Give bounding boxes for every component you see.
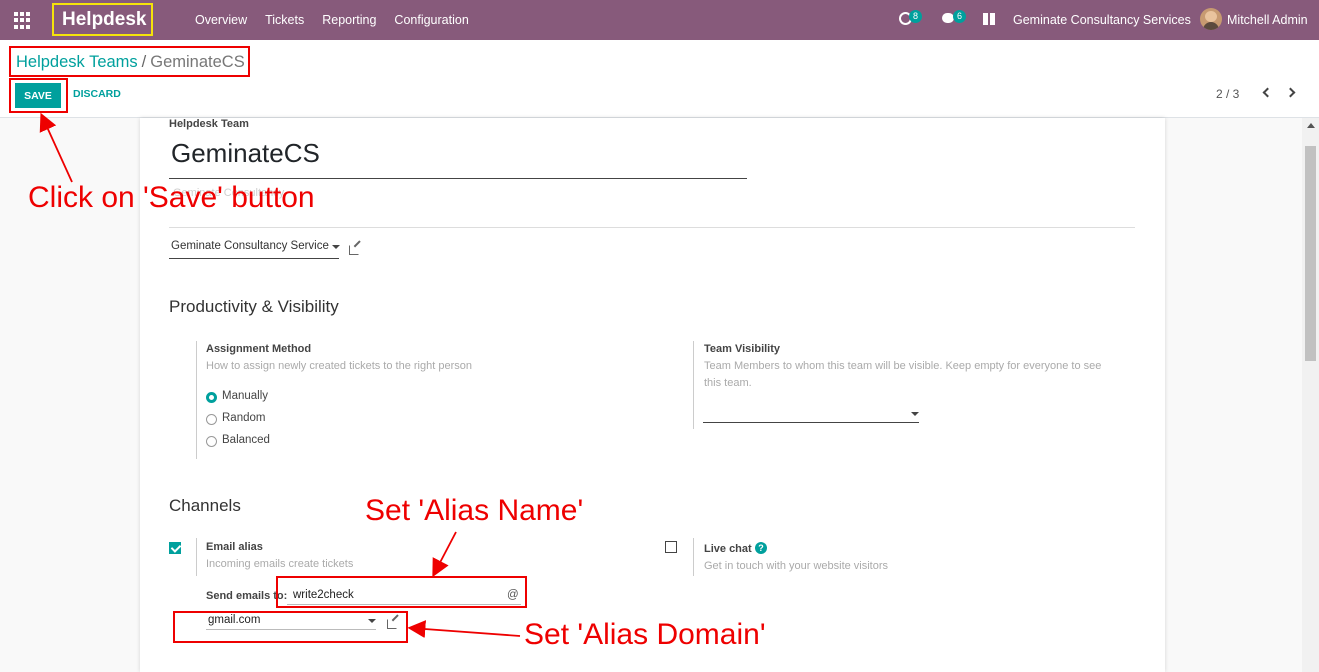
page-scrollbar[interactable] bbox=[1302, 118, 1319, 672]
arrow-to-save bbox=[39, 112, 73, 183]
arrow-to-alias-name bbox=[432, 531, 457, 578]
annotation-arrows bbox=[39, 112, 521, 639]
scroll-up-icon[interactable] bbox=[1307, 123, 1315, 128]
scroll-thumb[interactable] bbox=[1305, 146, 1316, 361]
arrow-to-alias-domain bbox=[407, 620, 521, 639]
